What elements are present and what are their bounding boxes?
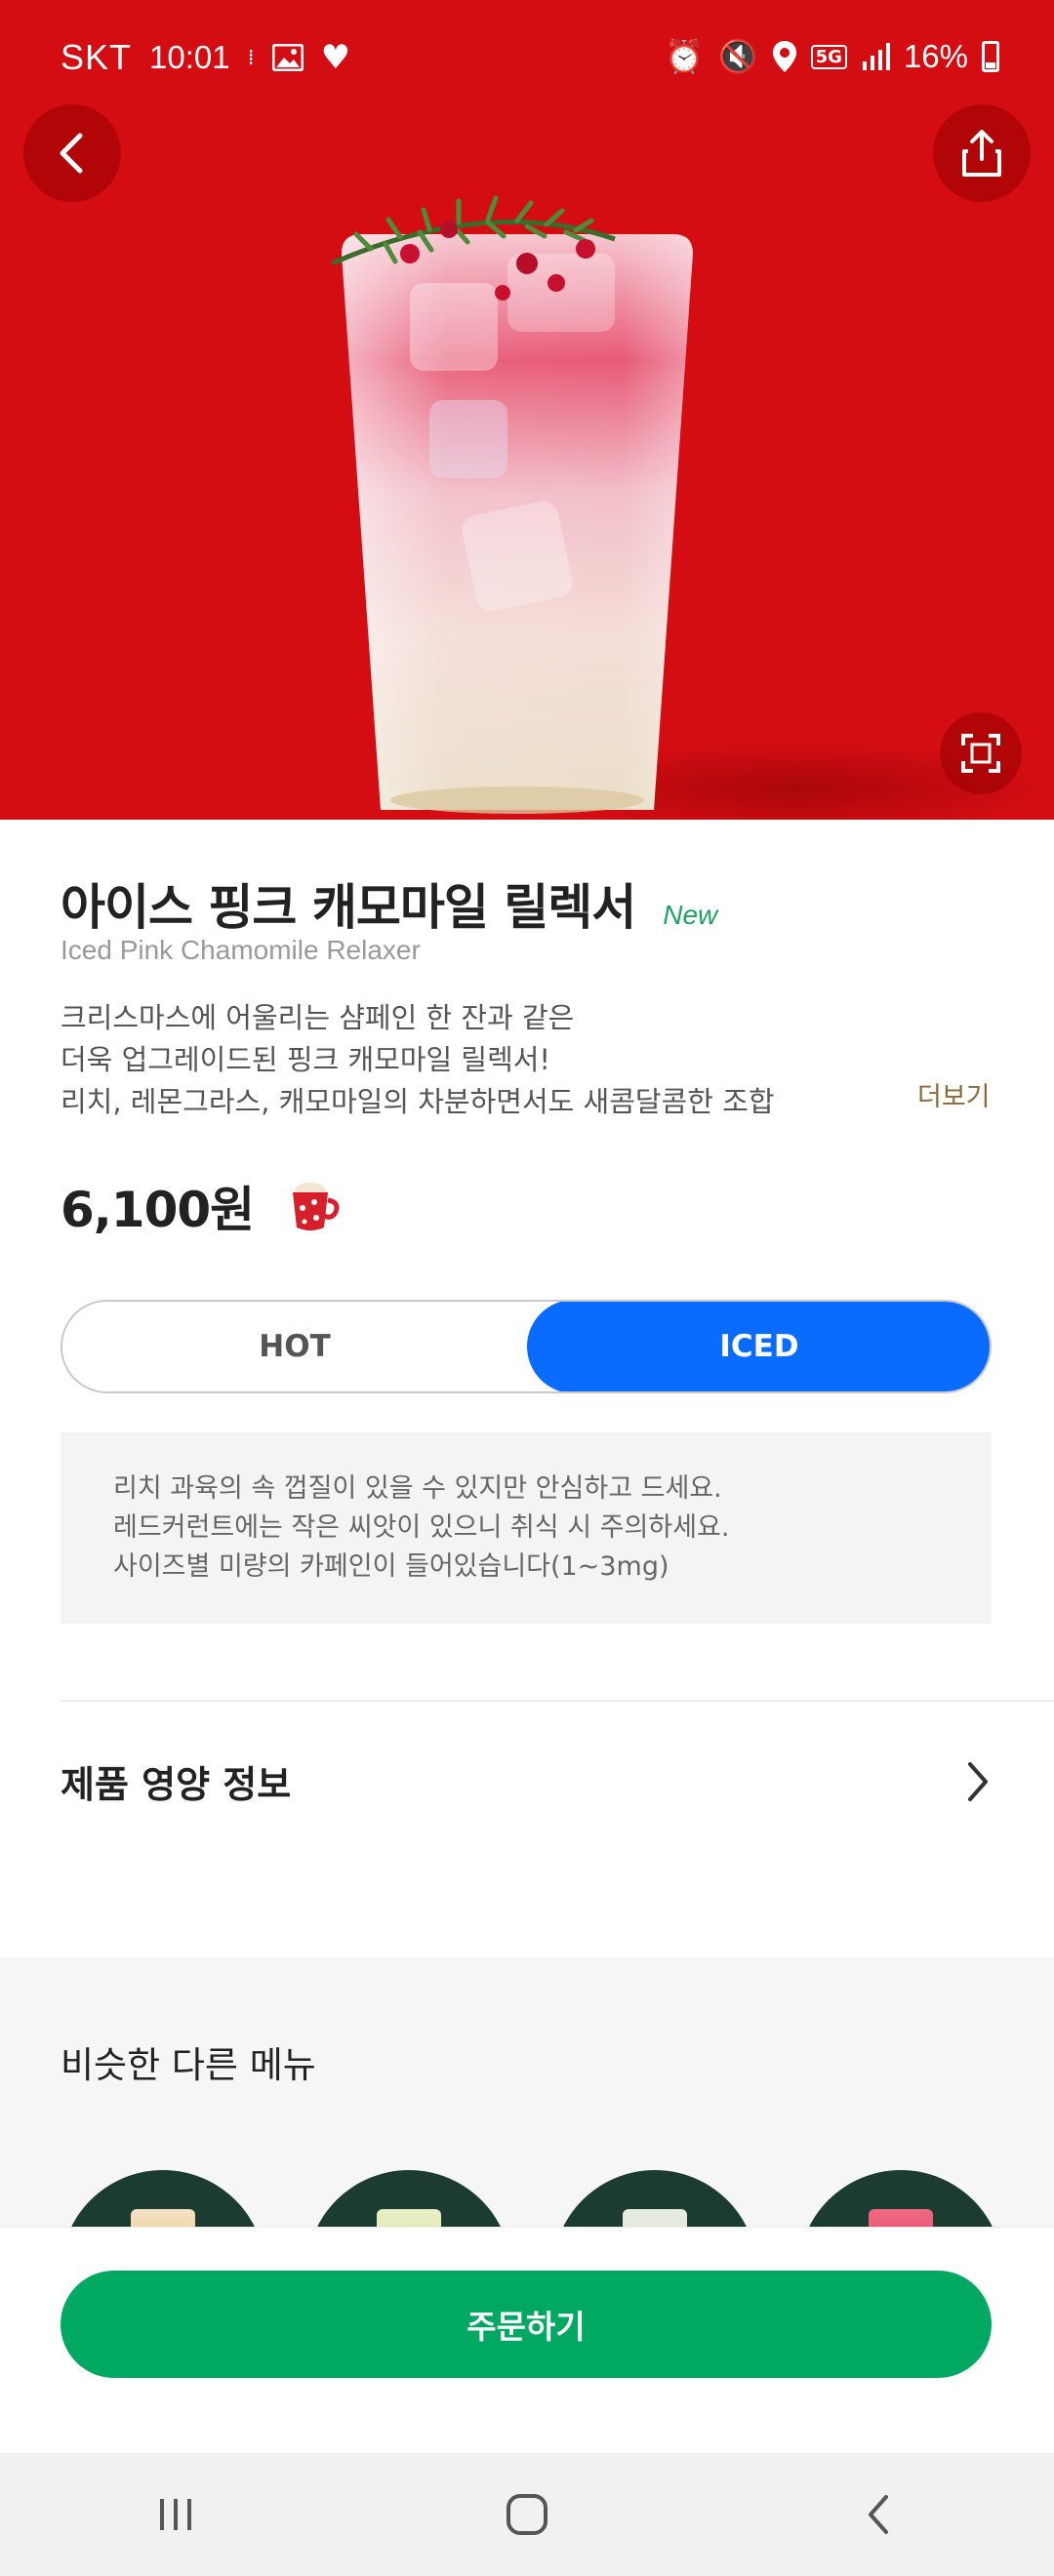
recent-apps-icon xyxy=(160,2499,191,2530)
description-line: 크리스마스에 어울리는 샴페인 한 잔과 같은 xyxy=(61,1001,575,1034)
notice-line: 레드커런트에는 작은 씨앗이 있으니 취식 시 주의하세요. xyxy=(113,1512,730,1543)
gallery-icon xyxy=(271,44,304,71)
recent-apps-button[interactable] xyxy=(117,2475,234,2554)
holiday-cup-icon xyxy=(293,1183,340,1230)
back-icon xyxy=(869,2495,888,2534)
notice-box: 리치 과육의 속 껍질이 있을 수 있지만 안심하고 드세요. 레드커런트에는 … xyxy=(61,1432,992,1624)
new-badge: New xyxy=(663,900,718,930)
heart-icon: ♥ xyxy=(320,38,351,77)
fullscreen-icon xyxy=(961,734,1000,773)
product-price: 6,100원 xyxy=(61,1182,255,1238)
divider xyxy=(61,1700,1054,1702)
share-button[interactable] xyxy=(933,104,1031,202)
system-nav-bar xyxy=(0,2453,1054,2576)
drink-image xyxy=(330,195,693,814)
product-description: 크리스마스에 어울리는 샴페인 한 잔과 같은 더욱 업그레이드된 핑크 캐모마… xyxy=(61,997,775,1123)
data-activity-icon: ⁞ xyxy=(247,45,255,70)
system-back-button[interactable] xyxy=(820,2475,937,2554)
hot-option[interactable]: HOT xyxy=(62,1302,527,1391)
nutrition-info-row[interactable]: 제품 영양 정보 xyxy=(61,1754,992,1808)
fullscreen-button[interactable] xyxy=(940,712,1022,794)
order-bar: 주문하기 xyxy=(0,2227,1054,2453)
alarm-icon: ⏰ xyxy=(664,37,705,75)
iced-option[interactable]: ICED xyxy=(527,1302,990,1391)
product-subtitle: Iced Pink Chamomile Relaxer xyxy=(61,935,421,965)
network-label: 5G xyxy=(810,44,847,69)
status-bar: SKT 10:01 ⁞ ♥ ⏰ 🔇 5G 16% xyxy=(0,0,1054,117)
temperature-toggle: HOT ICED xyxy=(61,1300,992,1393)
chevron-left-icon xyxy=(60,133,83,174)
signal-icon xyxy=(862,43,890,70)
back-button[interactable] xyxy=(23,104,121,202)
description-line: 더욱 업그레이드된 핑크 캐모마일 릴렉서! xyxy=(61,1043,551,1076)
location-icon xyxy=(772,41,796,72)
product-title: 아이스 핑크 캐모마일 릴렉서 xyxy=(61,879,636,936)
description-line: 리치, 레몬그라스, 캐모마일의 차분하면서도 새콤달콤한 조합 xyxy=(61,1085,775,1118)
notice-line: 사이즈별 미량의 카페인이 들어있습니다(1~3mg) xyxy=(113,1551,669,1582)
home-icon xyxy=(507,2494,547,2535)
more-link[interactable]: 더보기 xyxy=(917,1075,991,1113)
battery-percent: 16% xyxy=(903,38,968,74)
order-button[interactable]: 주문하기 xyxy=(61,2271,992,2378)
home-button[interactable] xyxy=(468,2475,586,2554)
notice-line: 리치 과육의 속 껍질이 있을 수 있지만 안심하고 드세요. xyxy=(113,1473,722,1504)
nutrition-label: 제품 영양 정보 xyxy=(61,1763,292,1806)
share-icon xyxy=(962,130,1001,177)
product-hero-image: SKT 10:01 ⁞ ♥ ⏰ 🔇 5G 16% xyxy=(0,0,1054,820)
chevron-right-icon xyxy=(968,1761,988,1801)
time-label: 10:01 xyxy=(149,39,230,75)
similar-menu-title: 비슷한 다른 메뉴 xyxy=(61,2044,316,2086)
battery-icon xyxy=(982,41,999,72)
carrier-label: SKT xyxy=(61,37,133,77)
mute-icon: 🔇 xyxy=(717,37,758,75)
